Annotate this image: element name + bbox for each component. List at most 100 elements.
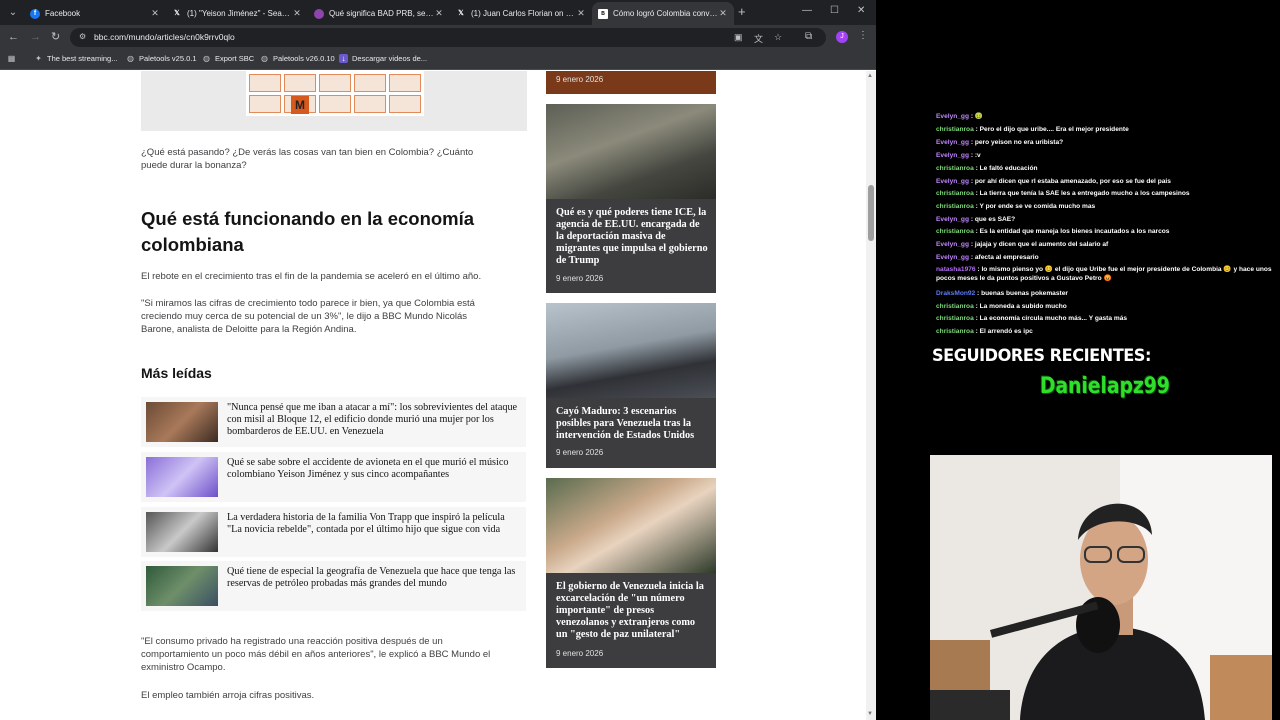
facebook-icon: f [30,8,40,19]
install-app-icon[interactable]: ▣ [734,32,743,43]
bookmark-star-icon[interactable]: ☆ [774,32,782,43]
chat-message: christianroa : Pero el dijo que uribe...… [936,125,1276,134]
infographic-logo-icon: M [291,96,309,114]
back-icon[interactable]: ← [8,31,19,43]
profile-avatar[interactable]: J [836,31,848,43]
chat-username[interactable]: Evelyn_gg [936,241,969,248]
minimize-icon[interactable]: — [802,5,812,16]
scroll-down-icon[interactable]: ▼ [867,711,873,717]
chat-username[interactable]: christianroa [936,328,974,335]
chat-username[interactable]: christianroa [936,165,974,172]
chat-text: lo mismo pienso yo 😊 el dijo que Uribe f… [936,266,1272,282]
chat-text: La tierra que tenía la SAE les a entrega… [979,190,1190,197]
sidebar-card[interactable]: El gobierno de Venezuela inicia la excar… [546,478,716,668]
chat-username[interactable]: Evelyn_gg [936,254,969,261]
webcam-feed [930,455,1272,720]
bookmark-export-sbc[interactable]: ◍ Export SBC [202,54,254,63]
chat-message: Evelyn_gg : por ahí dicen que rl estaba … [936,177,1276,186]
close-icon[interactable]: ✕ [150,8,160,19]
bookmark-streaming[interactable]: ✦ The best streaming... [34,54,117,63]
article-figure: M [141,71,527,131]
url-text: bbc.com/mundo/articles/cn0k9rrv0qlo [94,32,235,42]
window-close-icon[interactable]: ✕ [857,5,865,16]
card-image [546,104,716,199]
chat-text: La economía circula mucho más... Y gasta… [979,315,1128,322]
x-logo-icon: 𝕏 [458,9,464,17]
tab-facebook[interactable]: f Facebook ✕ [24,2,166,25]
address-bar[interactable]: ⚙ bbc.com/mundo/articles/cn0k9rrv0qlo ▣ … [70,28,826,47]
star-badge-icon: ✦ [35,54,42,63]
maximize-icon[interactable]: ☐ [830,5,839,16]
close-icon[interactable]: ✕ [292,8,302,19]
apps-grid-icon[interactable]: ▦ [7,54,20,63]
paragraph: "El consumo privado ha registrado una re… [141,636,491,673]
chat-username[interactable]: DraksMon92 [936,290,975,297]
scroll-thumb[interactable] [868,185,874,241]
tab-search-icon[interactable]: ⌄ [6,6,20,20]
chat-username[interactable]: Evelyn_gg [936,178,969,185]
new-tab-icon[interactable]: + [738,5,746,19]
chat-username[interactable]: christianroa [936,203,974,210]
sidebar-card[interactable]: Cayó Maduro: 3 escenarios posibles para … [546,303,716,468]
card-image [546,478,716,573]
toolbar: ← → ↻ ⚙ bbc.com/mundo/articles/cn0k9rrv0… [0,25,876,50]
chat-text: :v [974,152,981,159]
bookmark-paletools-25[interactable]: ◍ Paletools v25.0.1 [126,54,197,63]
chat-message: christianroa : El arrendó es ipc [936,327,1276,336]
most-read-item[interactable]: Qué se sabe sobre el accidente de avione… [141,452,526,502]
page-scrollbar[interactable]: ▲ ▼ [866,71,876,720]
intro-paragraph: ¿Qué está pasando? ¿De verás las cosas v… [141,147,474,171]
thumbnail-image [146,566,218,606]
section-heading: Qué está funcionando en la economía colo… [141,208,475,255]
tab-x-post[interactable]: 𝕏 (1) Juan Carlos Florian on X: "Y ✕ [450,2,592,25]
chat-text: El arrendó es ipc [979,328,1033,335]
recent-followers-label: SEGUIDORES RECIENTES: [932,346,1151,366]
browser-window: ⌄ f Facebook ✕ 𝕏 (1) "Yeison Jiménez" - … [0,0,876,720]
more-menu-icon[interactable]: ⋮ [858,30,868,41]
sidebar-card[interactable]: 9 enero 2026 [546,71,716,94]
most-read-heading: Más leídas [141,365,212,381]
bookmark-paletools-26[interactable]: ◍ Paletools v26.0.10 [260,54,335,63]
chat-text: por ahí dicen que rl estaba amenazado, p… [974,178,1171,185]
chat-message: Evelyn_gg : :v [936,151,1276,160]
chat-message: natasha1976 : lo mismo pienso yo 😊 el di… [936,265,1276,283]
forward-icon[interactable]: → [30,31,41,43]
chat-username[interactable]: christianroa [936,315,974,322]
chat-text: jajaja y dicen que el aumento del salari… [974,241,1109,248]
reload-icon[interactable]: ↻ [51,31,60,43]
most-read-item[interactable]: Qué tiene de especial la geografía de Ve… [141,561,526,611]
chat-username[interactable]: christianroa [936,126,974,133]
chat-username[interactable]: Evelyn_gg [936,139,969,146]
chat-message: christianroa : La economía circula mucho… [936,314,1276,323]
globe-icon: ◍ [261,54,268,63]
chat-username[interactable]: Evelyn_gg [936,113,969,120]
x-logo-icon: 𝕏 [174,9,180,17]
sidebar-card[interactable]: Qué es y qué poderes tiene ICE, la agenc… [546,104,716,293]
tab-x-search[interactable]: 𝕏 (1) "Yeison Jiménez" - Search / ✕ [166,2,308,25]
chat-username[interactable]: christianroa [936,303,974,310]
most-read-item[interactable]: "Nunca pensé que me iban a atacar a mí":… [141,397,526,447]
chat-username[interactable]: Evelyn_gg [936,216,969,223]
bookmarks-bar: ▦ ✦ The best streaming... ◍ Paletools v2… [0,50,876,70]
extensions-icon[interactable]: ⧉ [805,31,812,43]
chat-username[interactable]: christianroa [936,190,974,197]
chat-username[interactable]: christianroa [936,228,974,235]
chat-text: Y por ende se ve comida mucho mas [979,203,1096,210]
thumbnail-image [146,457,218,497]
close-icon[interactable]: ✕ [718,8,728,19]
close-icon[interactable]: ✕ [576,8,586,19]
thumbnail-image [146,512,218,552]
close-icon[interactable]: ✕ [434,8,444,19]
site-info-icon[interactable]: ⚙ [79,32,89,42]
chat-username[interactable]: Evelyn_gg [936,152,969,159]
scroll-up-icon[interactable]: ▲ [867,73,873,79]
chat-username[interactable]: natasha1976 [936,266,976,273]
recent-follower-name: Danielapz99 [1040,374,1170,399]
globe-icon: ◍ [203,54,210,63]
bookmark-descargar[interactable]: ↓ Descargar videos de... [339,54,427,63]
tab-bbc-active[interactable]: B Cómo logró Colombia converti ✕ [592,2,734,25]
translate-icon[interactable]: 文 [754,32,763,45]
paragraph: El rebote en el crecimiento tras el fin … [141,271,482,282]
most-read-item[interactable]: La verdadera historia de la familia Von … [141,507,526,557]
tab-bad-prb[interactable]: Qué significa BAD PRB, señal qu ✕ [308,2,450,25]
